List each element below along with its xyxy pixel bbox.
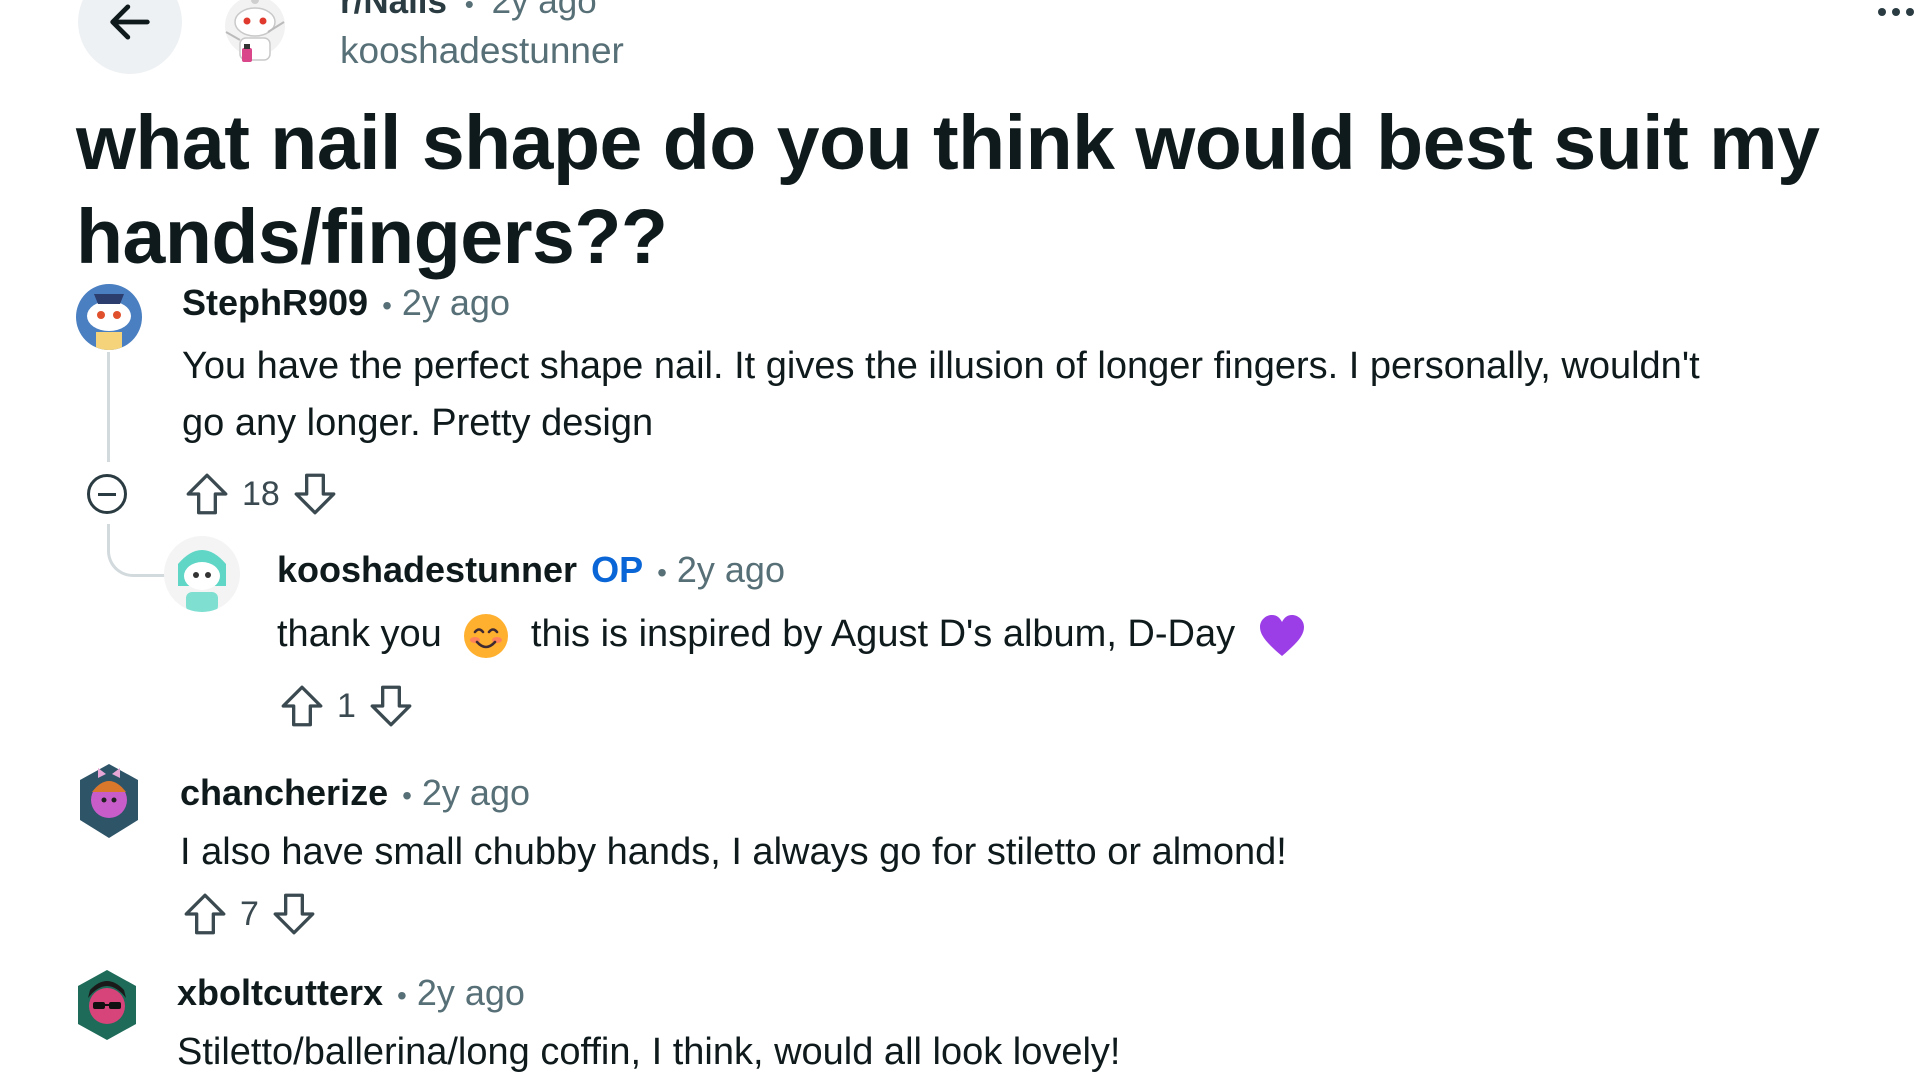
thread-line bbox=[107, 352, 110, 462]
downvote-icon[interactable] bbox=[269, 888, 319, 940]
comment-meta: xboltcutterx • 2y ago bbox=[177, 972, 525, 1014]
comment-avatar[interactable] bbox=[74, 968, 140, 1042]
comment-meta: kooshadestunner OP • 2y ago bbox=[277, 549, 785, 591]
vote-count: 18 bbox=[242, 474, 280, 513]
vote-controls: 7 bbox=[180, 888, 319, 940]
comment-text-part: thank you bbox=[277, 613, 442, 655]
more-options-button[interactable] bbox=[1878, 8, 1914, 16]
comment-avatar[interactable] bbox=[164, 536, 240, 612]
post-author[interactable]: kooshadestunner bbox=[340, 30, 624, 72]
upvote-icon[interactable] bbox=[182, 468, 232, 520]
post-age: 2y ago bbox=[491, 0, 597, 21]
subreddit-avatar[interactable] bbox=[212, 0, 298, 72]
upvote-icon[interactable] bbox=[180, 888, 230, 940]
comment-body: thank you this is inspired by Agust D's … bbox=[277, 606, 1677, 663]
comment-avatar[interactable] bbox=[76, 284, 142, 350]
arrow-left-icon bbox=[110, 4, 150, 40]
comment-avatar[interactable] bbox=[76, 760, 142, 840]
comment-body: I also have small chubby hands, I always… bbox=[180, 831, 1287, 873]
comment-meta: StephR909 • 2y ago bbox=[182, 282, 510, 324]
smiling-face-icon bbox=[464, 613, 509, 658]
vote-count: 1 bbox=[337, 686, 356, 725]
back-button[interactable] bbox=[78, 0, 182, 74]
vote-controls: 18 bbox=[182, 468, 340, 520]
comment-meta: chancherize • 2y ago bbox=[180, 772, 530, 814]
more-horizontal-icon bbox=[1878, 8, 1886, 16]
downvote-icon[interactable] bbox=[366, 680, 416, 732]
comment-text-part: this is inspired by Agust D's album, D-D… bbox=[530, 613, 1236, 655]
comment-body: You have the perfect shape nail. It give… bbox=[182, 345, 1700, 444]
comment-age: 2y ago bbox=[676, 549, 785, 590]
comment-age: 2y ago bbox=[421, 772, 530, 813]
post-title: what nail shape do you think would best … bbox=[76, 100, 1820, 280]
comment-age: 2y ago bbox=[401, 282, 510, 323]
minus-icon bbox=[98, 492, 116, 496]
comment-username[interactable]: StephR909 bbox=[182, 282, 368, 324]
collapse-thread-button[interactable] bbox=[87, 474, 127, 514]
downvote-icon[interactable] bbox=[290, 468, 340, 520]
vote-count: 7 bbox=[240, 894, 259, 933]
purple-heart-icon bbox=[1259, 614, 1304, 656]
comment-body: Stiletto/ballerina/long coffin, I think,… bbox=[177, 1031, 1121, 1073]
post-meta-line: r/Nails • 2y ago bbox=[340, 0, 597, 22]
comment-age: 2y ago bbox=[416, 972, 525, 1013]
subreddit-name[interactable]: r/Nails bbox=[340, 0, 447, 21]
comment-username[interactable]: chancherize bbox=[180, 772, 388, 814]
comment-username[interactable]: kooshadestunner bbox=[277, 549, 577, 591]
reply-connector bbox=[107, 524, 166, 577]
meta-separator: • bbox=[464, 0, 474, 19]
vote-controls: 1 bbox=[277, 680, 416, 732]
upvote-icon[interactable] bbox=[277, 680, 327, 732]
comment-username[interactable]: xboltcutterx bbox=[177, 972, 383, 1014]
op-badge: OP bbox=[591, 549, 644, 590]
